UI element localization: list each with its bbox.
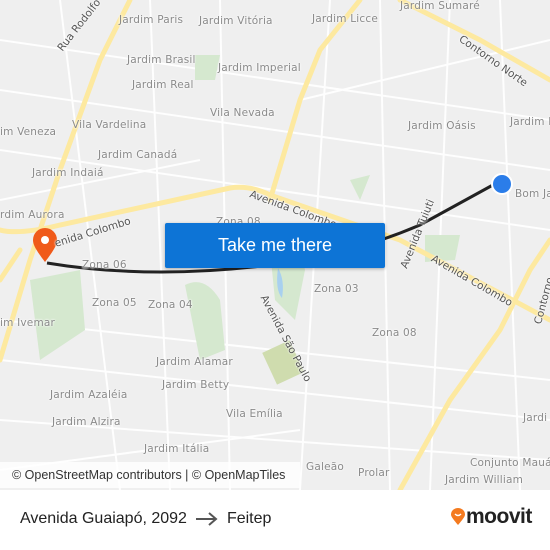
map-label: Jardim Licce	[312, 13, 378, 25]
map-label: Vila Vardelina	[72, 119, 147, 131]
map-label: Jardim Alamar	[156, 356, 233, 368]
destination-marker-icon	[33, 228, 57, 262]
map-label: im Ivemar	[0, 317, 56, 329]
map-label: Zona 06	[82, 259, 127, 271]
map-label: rdim Aurora	[0, 209, 65, 221]
map-label: Jardim William	[445, 474, 524, 486]
map-label: Jardim Brasil	[127, 54, 196, 66]
map-label: Jardim Azaléia	[50, 389, 128, 401]
arrow-right-icon	[195, 512, 218, 526]
moovit-pin-icon	[451, 508, 465, 525]
map-label: Jardim Indaiá	[32, 167, 104, 179]
map-label: Vila Emília	[226, 408, 283, 420]
map-label: Jardim Canadá	[98, 149, 178, 161]
map-label: Jardim I	[510, 116, 550, 128]
map-label: Jardim Oásis	[408, 120, 476, 132]
map-label: im Veneza	[0, 126, 57, 138]
map[interactable]: Jardim Paris Jardim Vitória Jardim Licce…	[0, 0, 550, 490]
map-attribution[interactable]: © OpenStreetMap contributors | © OpenMap…	[0, 462, 300, 488]
map-label: Jardim Real	[132, 79, 194, 91]
map-label: Zona 05	[92, 297, 137, 309]
map-label: Galeão	[306, 461, 345, 473]
moovit-logo: moovit	[450, 505, 532, 529]
map-label: Zona 08	[372, 327, 417, 339]
origin-marker	[491, 173, 513, 195]
map-label: Bom Ja	[515, 188, 550, 200]
route-summary: Avenida Guaiapó, 2092 Feitep	[20, 510, 271, 528]
map-label: Jardi	[523, 412, 548, 424]
map-label: Zona 03	[314, 283, 359, 295]
map-label: Jardim Vitória	[199, 15, 273, 27]
origin-name: Avenida Guaiapó, 2092	[20, 510, 187, 527]
map-label: Zona 04	[148, 299, 193, 311]
map-label: Jardim Sumaré	[400, 0, 480, 12]
map-label: Jardim Imperial	[218, 62, 301, 74]
map-label: Jardim Alzira	[52, 416, 121, 428]
logo-text: moovit	[466, 505, 532, 528]
map-label: Jardim Itália	[144, 443, 210, 455]
map-label: Vila Nevada	[210, 107, 275, 119]
map-label: Conjunto Mauá	[470, 457, 550, 469]
map-label: Jardim Paris	[119, 14, 184, 26]
map-label: Prolar	[358, 467, 390, 479]
take-me-there-button[interactable]: Take me there	[165, 223, 385, 268]
destination-name: Feitep	[226, 510, 272, 527]
map-label: Jardim Betty	[162, 379, 230, 391]
